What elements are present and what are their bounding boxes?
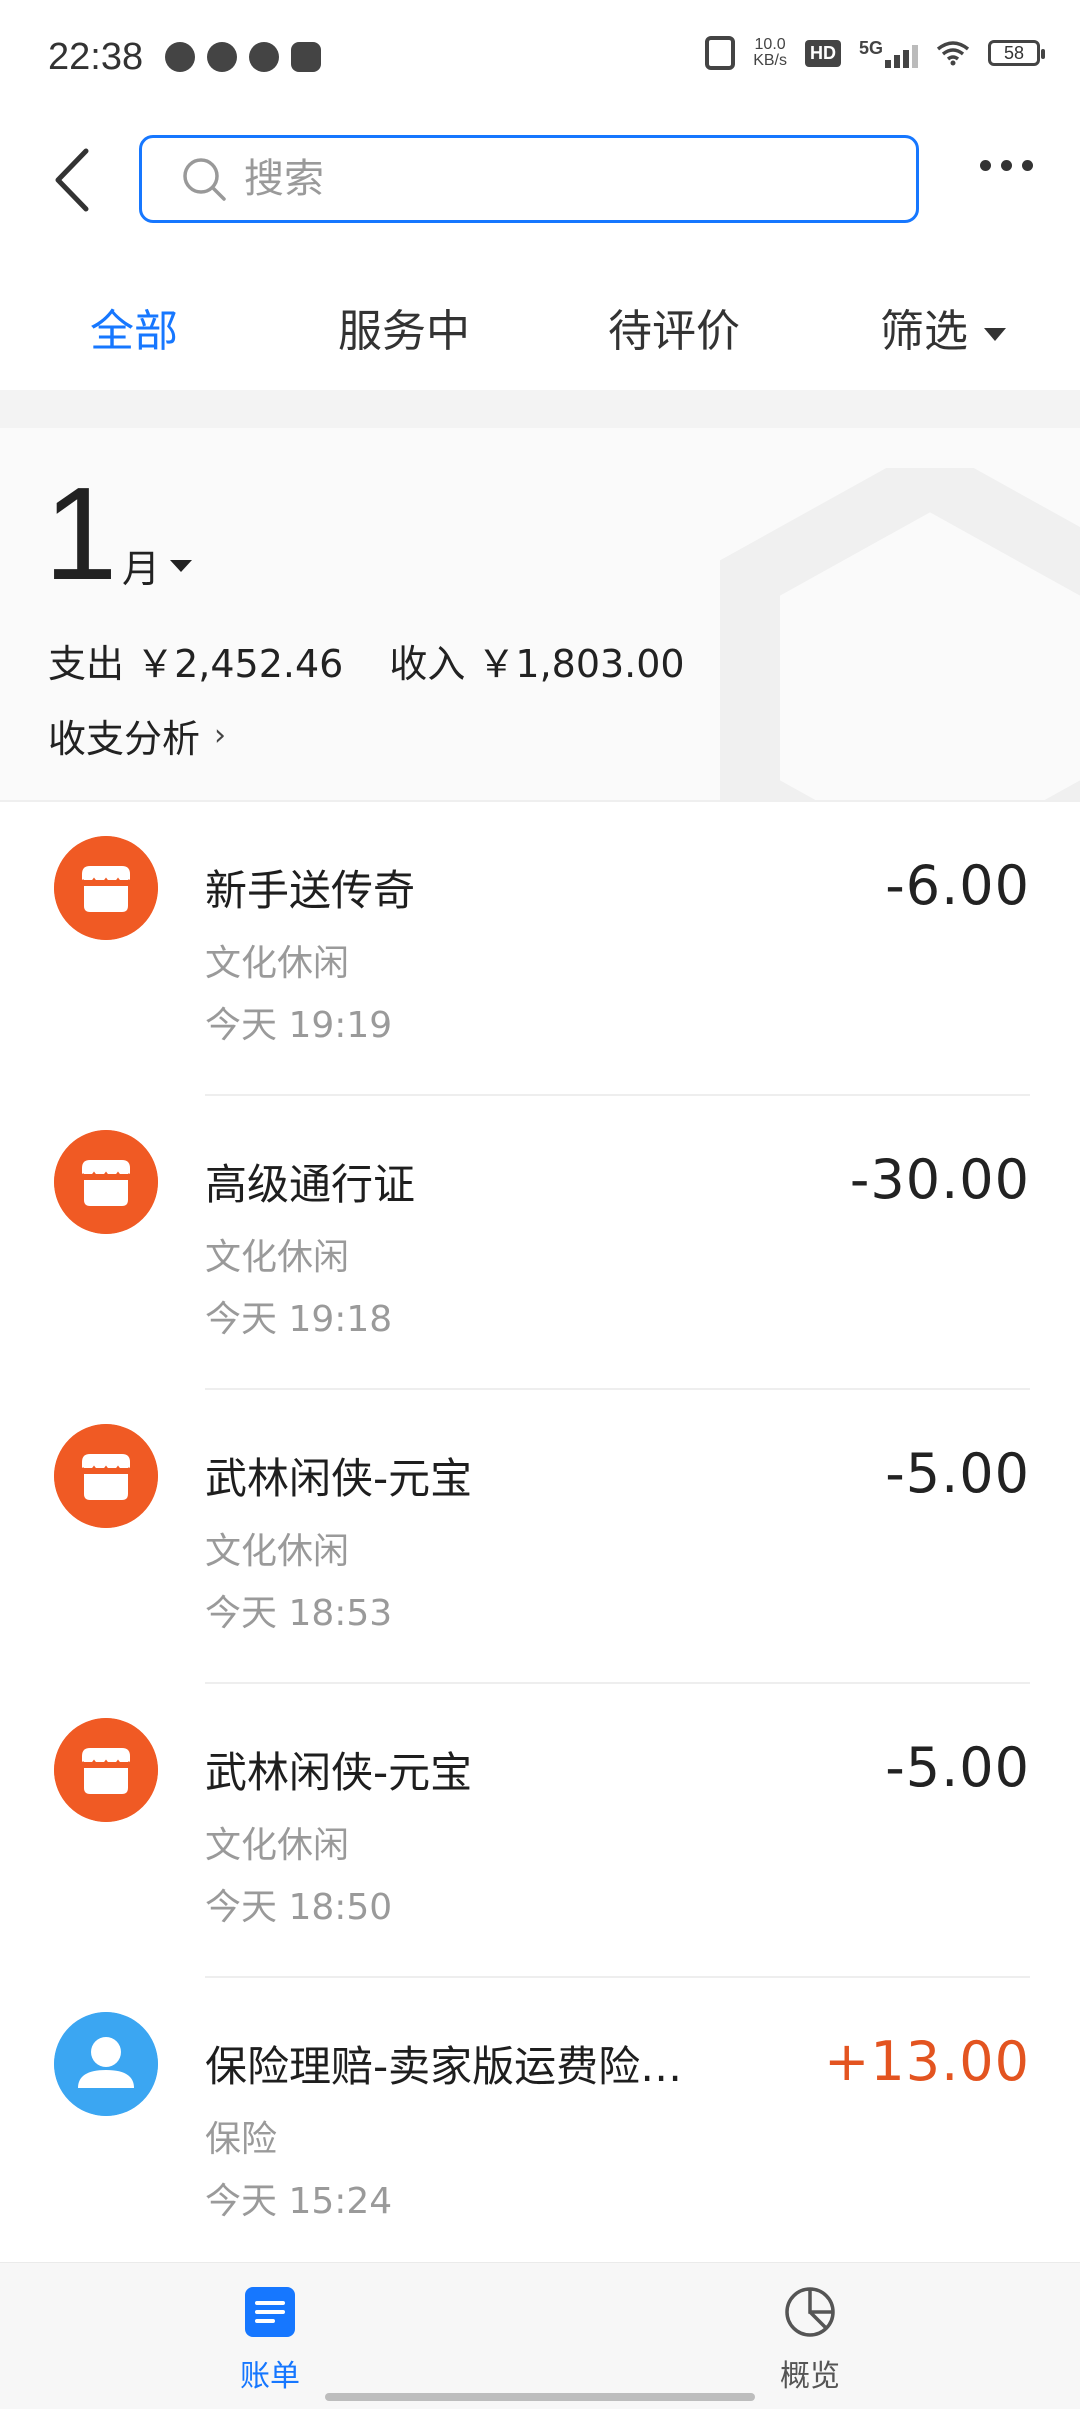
nav-item-overview[interactable]: 概览 bbox=[730, 2285, 890, 2395]
bill-icon bbox=[245, 2287, 295, 2337]
nav-label: 账单 bbox=[240, 2359, 300, 2394]
dot-icon bbox=[980, 160, 991, 171]
tab-to-review[interactable]: 待评价 bbox=[608, 295, 740, 359]
status-indicators: 10.0 KB/s HD 5G 58 bbox=[705, 36, 1045, 70]
transaction-title: 武林闲侠-元宝 bbox=[205, 1454, 473, 1503]
transaction-row[interactable]: 保险理赔-卖家版运费险… 保险 今天 15:24 +13.00 bbox=[0, 1978, 1080, 2272]
transaction-amount: +13.00 bbox=[824, 2030, 1030, 2093]
wifi-icon bbox=[936, 41, 970, 66]
transaction-title: 保险理赔-卖家版运费险… bbox=[205, 2042, 683, 2091]
vibrate-icon bbox=[705, 36, 736, 70]
more-options-button[interactable] bbox=[980, 160, 1033, 171]
network-type: 5G bbox=[858, 38, 883, 58]
transaction-time: 今天 19:18 bbox=[205, 1299, 393, 1340]
shop-icon bbox=[54, 1718, 158, 1822]
transaction-category: 文化休闲 bbox=[205, 1237, 350, 1278]
transaction-title: 新手送传奇 bbox=[205, 866, 416, 915]
transaction-time: 今天 19:19 bbox=[205, 1005, 393, 1046]
notification-icons bbox=[165, 42, 321, 72]
shop-icon bbox=[54, 836, 158, 940]
transaction-category: 文化休闲 bbox=[205, 1825, 350, 1866]
signal-indicator: 5G bbox=[859, 38, 918, 68]
search-box[interactable] bbox=[139, 135, 919, 223]
heart-icon bbox=[291, 42, 321, 72]
income-total: 收入 ￥1,803.00 bbox=[389, 642, 685, 686]
month-unit: 月 bbox=[122, 547, 161, 591]
transaction-amount: -5.00 bbox=[885, 1736, 1030, 1799]
search-input[interactable] bbox=[242, 155, 846, 203]
transaction-amount: -30.00 bbox=[849, 1148, 1030, 1211]
tab-in-service[interactable]: 服务中 bbox=[338, 295, 470, 359]
tab-filter[interactable]: 筛选 bbox=[880, 295, 1006, 359]
tab-all[interactable]: 全部 bbox=[90, 295, 178, 359]
analysis-label: 收支分析 bbox=[48, 717, 201, 761]
transaction-list: 新手送传奇 文化休闲 今天 19:19 -6.00 高级通行证 文化休闲 今天 … bbox=[0, 802, 1080, 2272]
network-speed: 10.0 KB/s bbox=[753, 37, 787, 69]
message-icon bbox=[249, 42, 279, 72]
section-divider bbox=[0, 390, 1080, 428]
analysis-link[interactable]: 收支分析 › bbox=[48, 708, 226, 763]
caret-down-icon bbox=[984, 327, 1006, 341]
network-speed-unit: KB/s bbox=[753, 52, 787, 69]
month-number[interactable]: 1 bbox=[44, 468, 117, 600]
back-button[interactable] bbox=[48, 145, 98, 215]
transaction-amount: -6.00 bbox=[885, 854, 1030, 917]
status-time: 22:38 bbox=[48, 36, 144, 78]
shop-icon bbox=[54, 1424, 158, 1528]
transaction-category: 保险 bbox=[205, 2119, 278, 2160]
bottom-navigation: 账单 概览 bbox=[0, 2262, 1080, 2409]
tab-bar: 全部 服务中 待评价 筛选 bbox=[0, 270, 1080, 380]
nav-item-bills[interactable]: 账单 bbox=[190, 2285, 350, 2395]
transaction-title: 武林闲侠-元宝 bbox=[205, 1748, 473, 1797]
transaction-row[interactable]: 高级通行证 文化休闲 今天 19:18 -30.00 bbox=[0, 1096, 1080, 1390]
transaction-row[interactable]: 武林闲侠-元宝 文化休闲 今天 18:50 -5.00 bbox=[0, 1684, 1080, 1978]
dot-icon bbox=[1022, 160, 1033, 171]
chevron-right-icon: › bbox=[214, 718, 227, 753]
transaction-row[interactable]: 新手送传奇 文化休闲 今天 19:19 -6.00 bbox=[0, 802, 1080, 1096]
user-icon bbox=[54, 2012, 158, 2116]
summary-amounts: 支出 ￥2,452.46 收入 ￥1,803.00 bbox=[48, 633, 685, 688]
dot-icon bbox=[1001, 160, 1012, 171]
signal-bars-icon bbox=[885, 38, 918, 68]
transaction-amount: -5.00 bbox=[885, 1442, 1030, 1505]
transaction-time: 今天 15:24 bbox=[205, 2181, 393, 2222]
search-icon bbox=[183, 158, 226, 201]
transaction-title: 高级通行证 bbox=[205, 1160, 416, 1209]
nav-label: 概览 bbox=[780, 2359, 840, 2394]
expense-total: 支出 ￥2,452.46 bbox=[48, 642, 344, 686]
transaction-row[interactable]: 武林闲侠-元宝 文化休闲 今天 18:53 -5.00 bbox=[0, 1390, 1080, 1684]
hd-badge: HD bbox=[804, 39, 841, 67]
tab-filter-label: 筛选 bbox=[880, 306, 968, 357]
weibo-icon bbox=[165, 42, 195, 72]
transaction-category: 文化休闲 bbox=[205, 943, 350, 984]
shop-icon bbox=[54, 1130, 158, 1234]
transaction-time: 今天 18:50 bbox=[205, 1887, 393, 1928]
status-bar: 22:38 10.0 KB/s HD 5G 58 bbox=[0, 0, 1080, 120]
app-notification-icon bbox=[207, 42, 237, 72]
transaction-time: 今天 18:53 bbox=[205, 1593, 393, 1634]
pie-chart-icon bbox=[785, 2287, 835, 2337]
caret-down-icon bbox=[170, 559, 193, 572]
decorative-hexagon-icon bbox=[720, 468, 1080, 800]
monthly-summary: 1 月 支出 ￥2,452.46 收入 ￥1,803.00 收支分析 › bbox=[0, 428, 1080, 800]
battery-icon: 58 bbox=[988, 40, 1045, 66]
home-indicator[interactable] bbox=[325, 2393, 755, 2401]
month-selector[interactable]: 月 bbox=[122, 538, 193, 593]
network-speed-value: 10.0 bbox=[754, 36, 786, 53]
transaction-category: 文化休闲 bbox=[205, 1531, 350, 1572]
